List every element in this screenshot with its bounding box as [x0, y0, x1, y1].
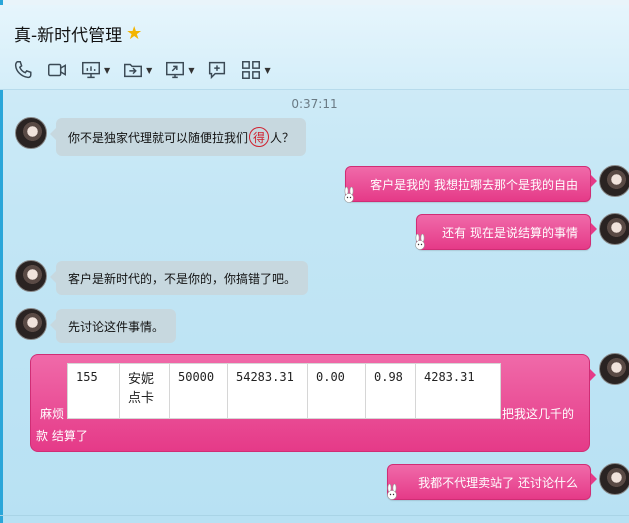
avatar[interactable] — [599, 165, 629, 197]
bunny-sticker-icon — [344, 187, 354, 203]
presentation-button[interactable]: ▼ — [80, 59, 110, 81]
message-text: 还有 现在是说结算的事情 — [442, 225, 578, 240]
avatar[interactable] — [599, 353, 629, 385]
avatar[interactable] — [599, 213, 629, 245]
message-timestamp: 0:37:11 — [291, 97, 338, 111]
message-text: 麻烦 — [40, 407, 65, 421]
message-bubble-outgoing: 还有 现在是说结算的事情 — [416, 214, 597, 250]
remote-assist-icon — [209, 61, 226, 80]
table-cell: 155 — [67, 363, 120, 419]
video-call-button[interactable] — [46, 59, 68, 81]
message-bubble-outgoing: 客户是我的 我想拉哪去那个是我的自由 — [345, 166, 597, 202]
message-text: 款 结算了 — [36, 429, 88, 443]
chevron-down-icon[interactable]: ▼ — [104, 66, 110, 75]
video-icon — [48, 63, 66, 77]
table-cell: 0.00 — [307, 363, 366, 419]
input-divider — [0, 515, 629, 516]
table-cell: 4283.31 — [424, 370, 475, 384]
chat-toolbar: ▼ ▼ ▼ ▼ — [12, 58, 283, 82]
message-bubble-outgoing: 我都不代理卖站了 还讨论什么 — [387, 464, 597, 500]
screen-share-button[interactable]: ▼ — [164, 59, 194, 81]
table-row: 155 安妮点卡 50000 54283.31 0.00 0.98 4283.3… — [67, 363, 501, 419]
message-bubble-incoming: 先讨论这件事情。 — [49, 309, 177, 343]
message-text: 先讨论这件事情。 — [68, 319, 165, 334]
file-transfer-button[interactable]: ▼ — [122, 59, 152, 81]
bunny-sticker-icon — [415, 234, 425, 250]
apps-icon — [242, 61, 261, 79]
message-bubble-outgoing-table: 155 安妮点卡 50000 54283.31 0.00 0.98 4283.3… — [30, 354, 596, 452]
table-cell: 0.98 — [365, 363, 416, 419]
avatar[interactable] — [15, 260, 47, 292]
remote-assist-button[interactable] — [206, 59, 228, 81]
presentation-icon — [82, 61, 100, 79]
message-text: 把我这几千的 — [502, 407, 575, 421]
message-text: 人？ — [270, 130, 295, 145]
table-cell: 54283.31 — [227, 363, 308, 419]
pasted-table: 155 安妮点卡 50000 54283.31 0.00 0.98 4283.3… — [67, 363, 501, 419]
message-text: 我都不代理卖站了 还讨论什么 — [418, 475, 578, 490]
bunny-sticker-icon — [387, 484, 397, 500]
apps-button[interactable]: ▼ — [240, 59, 271, 81]
file-transfer-icon — [124, 63, 143, 78]
screen-share-icon — [166, 61, 185, 79]
star-icon[interactable]: ★ — [126, 23, 142, 44]
phone-icon — [14, 61, 32, 79]
table-cell: 安妮点卡 — [119, 363, 170, 419]
message-bubble-incoming: 你不是独家代理就可以随便拉我们 得 人？ — [49, 118, 307, 156]
message-text: 你不是独家代理就可以随便拉我们 — [68, 130, 249, 145]
group-name: 真-新时代管理 — [14, 26, 123, 46]
chat-title: 真-新时代管理 ★ — [14, 21, 142, 46]
chevron-down-icon[interactable]: ▼ — [146, 66, 152, 75]
message-bubble-incoming: 客户是新时代的，不是你的，你搞错了吧。 — [49, 261, 309, 295]
table-cell: 50000 — [169, 363, 228, 419]
avatar[interactable] — [15, 308, 47, 340]
chevron-down-icon[interactable]: ▼ — [188, 66, 194, 75]
message-text: 客户是我的 我想拉哪去那个是我的自由 — [370, 177, 578, 192]
message-text: 客户是新时代的，不是你的，你搞错了吧。 — [68, 271, 297, 286]
emphasis-character: 得 — [249, 127, 270, 147]
avatar[interactable] — [599, 463, 629, 495]
chat-header: 真-新时代管理 ★ ▼ ▼ ▼ ▼ — [0, 5, 629, 90]
phone-call-button[interactable] — [12, 59, 34, 81]
chevron-down-icon[interactable]: ▼ — [264, 66, 270, 75]
avatar[interactable] — [15, 117, 47, 149]
